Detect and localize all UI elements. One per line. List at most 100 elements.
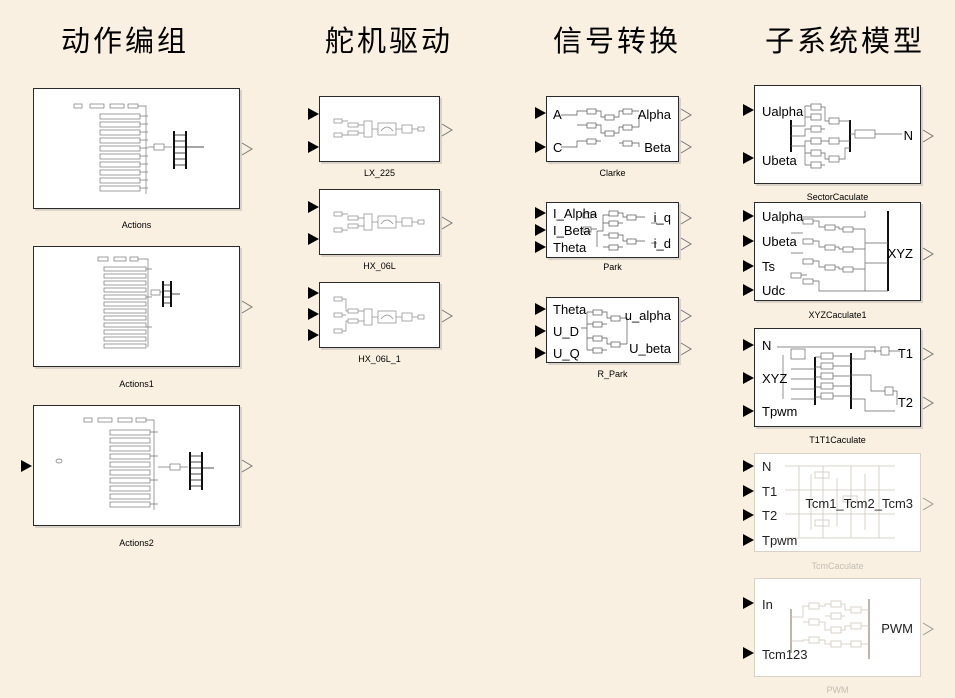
park-output-port-1 bbox=[680, 211, 692, 225]
pwm-input-arrow-2 bbox=[743, 647, 754, 659]
xyz-port-in-ualpha: Ualpha bbox=[762, 209, 804, 224]
actions1-block[interactable] bbox=[33, 246, 253, 367]
park-input-arrow-3 bbox=[535, 241, 546, 253]
pwm-input-arrow-1 bbox=[743, 597, 754, 609]
xyz-port-in-udc: Udc bbox=[762, 283, 786, 298]
xyz-output-port bbox=[922, 247, 934, 261]
actions-output-port bbox=[241, 142, 253, 156]
hx06l-caption: HX_06L bbox=[363, 261, 396, 271]
park-port-in-i-beta: I_Beta bbox=[553, 223, 591, 238]
pwm-port-in-tcm123: Tcm123 bbox=[762, 647, 808, 662]
heading-actions-group: 动作编组 bbox=[61, 24, 190, 58]
hx06l1-input-arrow-3 bbox=[308, 329, 319, 341]
tcm-output-port bbox=[922, 497, 934, 511]
xyz-input-arrow-3 bbox=[743, 260, 754, 272]
rpark-port-in-u-d: U_D bbox=[553, 324, 580, 339]
t1t1-input-arrow-3 bbox=[743, 405, 754, 417]
clarke-port-in-a: A bbox=[553, 107, 562, 122]
sector-block-diagram bbox=[790, 103, 902, 169]
lx225-output-port bbox=[441, 123, 453, 137]
lx225-block-diagram bbox=[333, 118, 425, 138]
pwm-port-out-pwm: PWM bbox=[881, 621, 913, 636]
clarke-output-port-1 bbox=[680, 108, 692, 122]
park-input-arrow-1 bbox=[535, 207, 546, 219]
rpark-port-out-u-beta: U_beta bbox=[629, 341, 671, 356]
park-port-in-i-alpha: I_Alpha bbox=[553, 206, 598, 221]
actions2-block-diagram bbox=[55, 417, 214, 510]
clarke-port-out-alpha: Alpha bbox=[637, 107, 671, 122]
park-output-port-2 bbox=[680, 237, 692, 251]
rpark-block[interactable]: Theta U_D U_Q u_alpha U_beta bbox=[546, 297, 692, 363]
xyz-port-in-ubeta: Ubeta bbox=[762, 234, 797, 249]
xyz-port-out-xyz: XYZ bbox=[887, 246, 913, 261]
xyz-input-arrow-2 bbox=[743, 235, 754, 247]
t1t1-port-in-tpwm: Tpwm bbox=[762, 404, 798, 419]
hx06l1-caption: HX_06L_1 bbox=[358, 354, 401, 364]
lx225-input-arrow-2 bbox=[308, 141, 319, 153]
lx225-input-arrow-1 bbox=[308, 108, 319, 120]
hx06l-block[interactable] bbox=[319, 189, 453, 255]
tcm-caption: TcmCaculate bbox=[811, 561, 864, 571]
lx225-caption: LX_225 bbox=[363, 168, 396, 178]
rpark-output-port-1 bbox=[680, 309, 692, 323]
sector-port-in-ualpha: Ualpha bbox=[762, 104, 804, 119]
rpark-output-port-2 bbox=[680, 342, 692, 356]
actions-block-diagram bbox=[73, 103, 204, 194]
tcm-port-in-t1: T1 bbox=[762, 484, 778, 499]
t1t1-output-port-2 bbox=[922, 396, 934, 410]
hx06l-input-arrow-2 bbox=[308, 233, 319, 245]
xyz-block[interactable]: Ualpha Ubeta Ts Udc XYZ bbox=[754, 202, 934, 301]
hx06l-output-port bbox=[441, 216, 453, 230]
park-block[interactable]: I_Alpha I_Beta Theta i_q i_d bbox=[546, 202, 692, 258]
tcm-input-arrow-4 bbox=[743, 534, 754, 546]
rpark-input-arrow-2 bbox=[535, 325, 546, 337]
rpark-caption: R_Park bbox=[597, 369, 628, 379]
hx06l-input-arrow-1 bbox=[308, 201, 319, 213]
clarke-block[interactable]: A C Alpha Beta bbox=[546, 96, 692, 162]
t1t1-port-out-t1: T1 bbox=[897, 346, 913, 361]
clarke-port-in-c: C bbox=[553, 140, 563, 155]
t1t1-input-arrow-1 bbox=[743, 339, 754, 351]
hx06l1-block[interactable] bbox=[319, 282, 453, 348]
tcm-block[interactable]: N T1 T2 Tpwm Tcm1_Tcm2_Tcm3 bbox=[754, 453, 934, 552]
t1t1-port-in-xyz: XYZ bbox=[762, 371, 788, 386]
park-input-arrow-2 bbox=[535, 224, 546, 236]
actions2-caption: Actions2 bbox=[119, 538, 154, 548]
tcm-input-arrow-2 bbox=[743, 485, 754, 497]
actions2-input-arrow bbox=[21, 460, 32, 472]
sector-block[interactable]: Ualpha Ubeta N bbox=[754, 85, 934, 184]
t1t1-input-arrow-2 bbox=[743, 372, 754, 384]
sector-output-port bbox=[922, 129, 934, 143]
t1t1-output-port-1 bbox=[922, 347, 934, 361]
actions1-caption: Actions1 bbox=[119, 379, 154, 389]
t1t1-caption: T1T1Caculate bbox=[809, 435, 866, 445]
rpark-input-arrow-3 bbox=[535, 347, 546, 359]
pwm-block[interactable]: In Tcm123 PWM bbox=[754, 578, 934, 677]
xyz-port-in-ts: Ts bbox=[762, 259, 775, 274]
t1t1-block[interactable]: N XYZ Tpwm T1 T2 bbox=[754, 328, 934, 427]
pwm-output-port bbox=[922, 622, 934, 636]
actions-block[interactable] bbox=[33, 88, 253, 209]
sector-input-arrow-2 bbox=[743, 152, 754, 164]
xyz-input-arrow-4 bbox=[743, 284, 754, 296]
sector-caption: SectorCaculate bbox=[806, 192, 869, 202]
sector-port-out-n: N bbox=[903, 128, 913, 143]
t1t1-port-out-t2: T2 bbox=[897, 395, 913, 410]
rpark-port-out-u-alpha: u_alpha bbox=[624, 308, 671, 323]
pwm-caption: PWM bbox=[826, 685, 849, 695]
clarke-input-arrow-2 bbox=[535, 141, 546, 153]
pwm-port-in-in: In bbox=[762, 597, 773, 612]
xyz-input-arrow-1 bbox=[743, 210, 754, 222]
actions1-block-diagram bbox=[97, 256, 180, 349]
rpark-input-arrow-1 bbox=[535, 303, 546, 315]
clarke-output-port-2 bbox=[680, 140, 692, 154]
actions2-block[interactable] bbox=[33, 405, 253, 526]
lx225-block[interactable] bbox=[319, 96, 453, 162]
hx06l1-input-arrow-2 bbox=[308, 308, 319, 320]
sector-input-arrow-1 bbox=[743, 104, 754, 116]
clarke-port-out-beta: Beta bbox=[644, 140, 671, 155]
sector-port-in-ubeta: Ubeta bbox=[762, 153, 797, 168]
clarke-caption: Clarke bbox=[599, 168, 626, 178]
tcm-input-arrow-1 bbox=[743, 460, 754, 472]
tcm-port-in-tpwm: Tpwm bbox=[762, 533, 798, 548]
